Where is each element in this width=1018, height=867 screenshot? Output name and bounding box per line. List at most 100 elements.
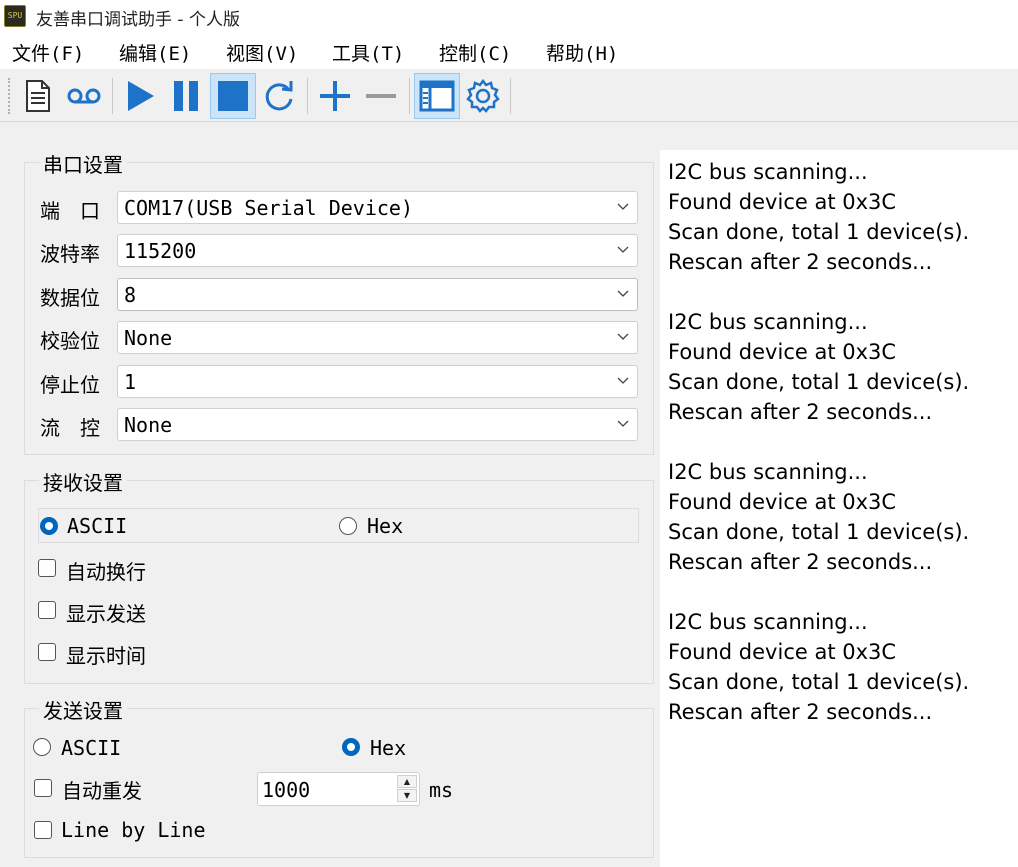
stop-bits-label: 停止位 [40, 373, 100, 397]
receive-line: I2C bus scanning... [668, 460, 868, 484]
receive-line: I2C bus scanning... [668, 160, 868, 184]
menu-view[interactable]: 视图(V) [226, 39, 298, 66]
receive-hex-label: Hex [367, 514, 404, 538]
settings-icon [466, 78, 500, 113]
send-hex-label: Hex [370, 736, 407, 760]
interval-unit-label: ms [429, 778, 454, 802]
baud-rate-select[interactable]: 115200 [117, 234, 638, 267]
line-by-line-label: Line by Line [61, 818, 206, 842]
add-icon [320, 81, 350, 111]
remove-button[interactable] [358, 73, 404, 119]
receive-line: Found device at 0x3C [668, 490, 897, 514]
auto-wrap-checkbox[interactable] [38, 559, 56, 577]
app-logo-icon: SPU [4, 5, 26, 27]
show-time-checkbox[interactable] [38, 643, 56, 661]
receive-line: Found device at 0x3C [668, 640, 897, 664]
baud-rate-label: 波特率 [40, 242, 100, 266]
menu-tools[interactable]: 工具(T) [332, 39, 404, 66]
chevron-down-icon [617, 203, 629, 210]
show-sent-label: 显示发送 [66, 602, 146, 626]
new-document-icon [26, 80, 50, 112]
receive-line: Rescan after 2 seconds... [668, 400, 933, 424]
add-button[interactable] [312, 73, 358, 119]
send-settings-title: 发送设置 [39, 695, 127, 724]
pause-button[interactable] [163, 73, 209, 119]
stop-bits-select[interactable]: 1 [117, 365, 638, 398]
stop-icon [218, 81, 248, 111]
flow-control-label: 流 控 [40, 416, 100, 440]
send-ascii-radio[interactable] [33, 738, 51, 756]
record-button[interactable] [61, 73, 107, 119]
record-icon [67, 88, 101, 104]
parity-select[interactable]: None [117, 321, 638, 354]
auto-resend-checkbox[interactable] [34, 779, 52, 797]
receive-settings-title: 接收设置 [39, 467, 127, 496]
receive-line: Rescan after 2 seconds... [668, 700, 933, 724]
send-hex-radio[interactable] [342, 738, 360, 756]
stepper-down-icon[interactable]: ▼ [397, 789, 417, 802]
toolbar-grip[interactable] [8, 78, 12, 114]
auto-resend-label: 自动重发 [62, 779, 142, 803]
baud-rate-value: 115200 [124, 239, 197, 263]
refresh-button[interactable] [256, 73, 302, 119]
toolbar-separator [510, 78, 511, 114]
menu-edit[interactable]: 编辑(E) [119, 39, 191, 66]
serial-settings-title: 串口设置 [39, 149, 127, 178]
stop-button[interactable] [210, 73, 256, 119]
flow-control-value: None [124, 413, 173, 437]
receive-line [668, 427, 1018, 457]
toolbar-separator [409, 78, 410, 114]
receive-line: Scan done, total 1 device(s). [668, 370, 970, 394]
data-bits-value: 8 [124, 283, 137, 307]
title-bar: SPU 友善串口调试助手 - 个人版 [0, 0, 1018, 34]
chevron-down-icon [617, 377, 629, 384]
window-button[interactable] [414, 73, 460, 119]
receive-line: Scan done, total 1 device(s). [668, 670, 970, 694]
receive-line: Found device at 0x3C [668, 190, 897, 214]
line-by-line-checkbox[interactable] [34, 821, 52, 839]
menu-file[interactable]: 文件(F) [12, 39, 84, 66]
receive-text-area[interactable]: I2C bus scanning... Found device at 0x3C S… [660, 150, 1018, 867]
pause-icon [174, 81, 198, 111]
data-bits-select[interactable]: 8 [117, 278, 638, 311]
stepper-buttons: ▲ ▼ [397, 775, 417, 803]
window-icon [419, 80, 455, 112]
window-title: 友善串口调试助手 - 个人版 [36, 10, 240, 30]
flow-control-select[interactable]: None [117, 408, 638, 441]
refresh-icon [265, 81, 293, 111]
remove-icon [366, 94, 396, 98]
receive-line: Scan done, total 1 device(s). [668, 520, 970, 544]
stepper-up-icon[interactable]: ▲ [397, 775, 417, 788]
play-icon [128, 81, 154, 111]
parity-label: 校验位 [40, 329, 100, 353]
receive-line: Rescan after 2 seconds... [668, 550, 933, 574]
receive-line: Scan done, total 1 device(s). [668, 220, 970, 244]
data-bits-label: 数据位 [40, 286, 100, 310]
receive-ascii-label: ASCII [67, 514, 128, 538]
menu-help[interactable]: 帮助(H) [546, 39, 618, 66]
start-button[interactable] [117, 73, 163, 119]
show-sent-checkbox[interactable] [38, 601, 56, 619]
stop-bits-value: 1 [124, 370, 137, 394]
menu-control[interactable]: 控制(C) [439, 39, 511, 66]
toolbar-separator [112, 78, 113, 114]
toolbar [0, 70, 1018, 122]
chevron-down-icon [617, 290, 629, 297]
resend-interval-value: 1000 [262, 778, 311, 802]
receive-line: I2C bus scanning... [668, 610, 868, 634]
chevron-down-icon [617, 246, 629, 253]
receive-line: Found device at 0x3C [668, 340, 897, 364]
send-ascii-label: ASCII [61, 736, 122, 760]
receive-line [668, 277, 1018, 307]
chevron-down-icon [617, 420, 629, 427]
settings-button[interactable] [460, 73, 506, 119]
port-value: COM17(USB Serial Device) [124, 196, 413, 220]
port-select[interactable]: COM17(USB Serial Device) [117, 191, 638, 224]
auto-wrap-label: 自动换行 [66, 560, 146, 584]
parity-value: None [124, 326, 173, 350]
new-document-button[interactable] [15, 73, 61, 119]
receive-ascii-radio[interactable] [40, 517, 58, 535]
toolbar-separator [307, 78, 308, 114]
resend-interval-stepper[interactable]: 1000 ▲ ▼ [257, 772, 420, 806]
receive-hex-radio[interactable] [339, 517, 357, 535]
